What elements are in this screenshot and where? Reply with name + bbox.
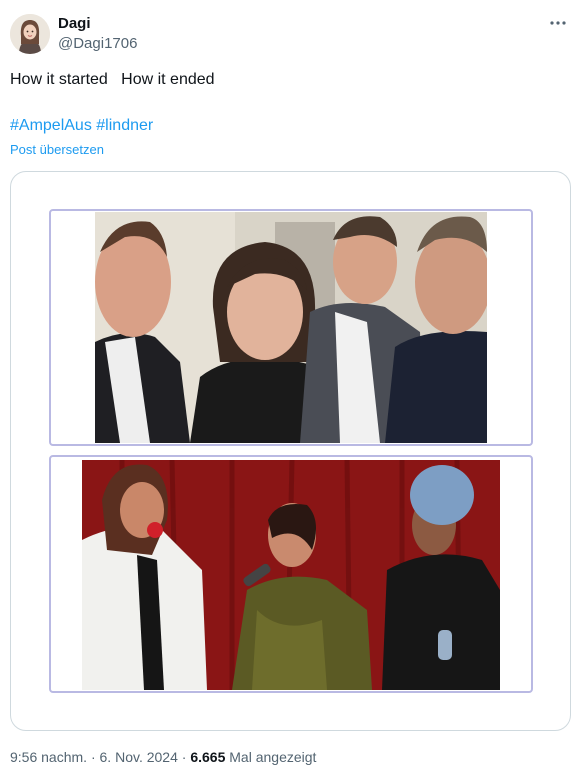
hashtag-ampelaus[interactable]: #AmpelAus (10, 117, 92, 134)
tweet-time[interactable]: 9:56 nachm. (10, 749, 87, 765)
translate-link[interactable]: Post übersetzen (10, 142, 104, 158)
tweet-meta: 9:56 nachm. · 6. Nov. 2024 · 6.665 Mal a… (10, 748, 316, 766)
meta-separator: · (90, 749, 96, 765)
author-display-name[interactable]: Dagi (58, 15, 137, 33)
more-horizontal-icon (550, 21, 566, 25)
author-names: Dagi @Dagi1706 (58, 15, 137, 54)
more-button[interactable] (546, 13, 570, 33)
view-count-label: Mal angezeigt (229, 749, 317, 765)
view-count: 6.665 (190, 749, 226, 765)
tweet-date[interactable]: 6. Nov. 2024 (100, 749, 178, 765)
stage-singers-photo[interactable] (82, 460, 500, 690)
group-selfie-photo[interactable] (95, 212, 487, 443)
hashtag-row: #AmpelAus #lindner (10, 116, 153, 136)
tweet-header: Dagi @Dagi1706 (10, 11, 572, 57)
meta-separator: · (181, 749, 187, 765)
author-handle[interactable]: @Dagi1706 (58, 34, 137, 54)
bottom-image-frame[interactable] (49, 455, 533, 693)
media-card[interactable] (10, 171, 571, 731)
hashtag-lindner[interactable]: #lindner (96, 117, 153, 134)
top-image-frame[interactable] (49, 209, 533, 446)
tweet-text: How it started How it ended (10, 71, 215, 88)
avatar[interactable] (10, 14, 50, 54)
avatar-illustration-icon (10, 14, 50, 54)
